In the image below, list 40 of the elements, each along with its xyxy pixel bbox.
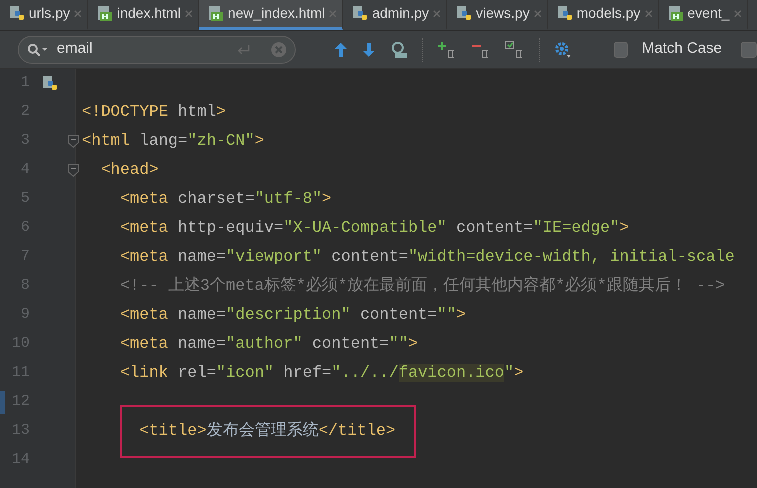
file-tab[interactable]: event_: [658, 0, 748, 30]
file-tab[interactable]: new_index.html: [199, 0, 344, 30]
match-case-label: Match Case: [642, 39, 722, 60]
file-icon: [352, 6, 368, 22]
enter-icon: [237, 44, 252, 56]
match-case-checkbox[interactable]: [614, 42, 628, 58]
fold-icon[interactable]: [68, 135, 79, 148]
code-line: <link rel="icon" href="../../favicon.ico">: [120, 363, 524, 384]
file-icon: [97, 6, 114, 22]
close-icon[interactable]: [74, 10, 82, 18]
search-field[interactable]: email: [18, 36, 296, 64]
code-line: <meta name="author" content="">: [120, 334, 418, 355]
search-text[interactable]: email: [55, 37, 232, 62]
code-line: <!-- 上述3个meta标签*必须*放在最前面，任何其他内容都*必须*跟随其后！ -->: [120, 276, 726, 297]
code-line: <meta http-equiv="X-UA-Compatible" content="IE=edge">: [120, 218, 630, 239]
file-tab[interactable]: admin.py: [343, 0, 448, 30]
file-icon: [9, 6, 25, 22]
search-icon: [27, 42, 49, 56]
file-tab[interactable]: models.py: [548, 0, 659, 30]
fold-icon[interactable]: [68, 164, 79, 177]
file-icon: [208, 6, 224, 22]
file-icon: [556, 6, 573, 22]
code-line: <meta charset="utf-8">: [120, 189, 332, 210]
code-line: <meta name="description" content="">: [120, 305, 466, 326]
code-line: <html lang="zh-CN">: [82, 131, 264, 152]
close-icon[interactable]: [734, 10, 742, 18]
file-icon: [668, 6, 684, 22]
close-icon[interactable]: [433, 10, 442, 18]
file-tab[interactable]: urls.py: [0, 0, 88, 30]
clear-icon[interactable]: [271, 42, 288, 58]
code-line: <head>: [101, 160, 159, 181]
close-icon[interactable]: [534, 10, 542, 18]
file-icon: [456, 6, 472, 22]
close-icon[interactable]: [185, 10, 194, 18]
option-checkbox[interactable]: [740, 42, 757, 58]
code-line: <!DOCTYPE html>: [82, 102, 226, 123]
code-line: <meta name="viewport" content="width=device-width, initial-scale: [120, 247, 735, 268]
file-tab[interactable]: views.py: [447, 0, 548, 30]
close-icon[interactable]: [329, 10, 338, 18]
close-icon[interactable]: [644, 10, 653, 18]
